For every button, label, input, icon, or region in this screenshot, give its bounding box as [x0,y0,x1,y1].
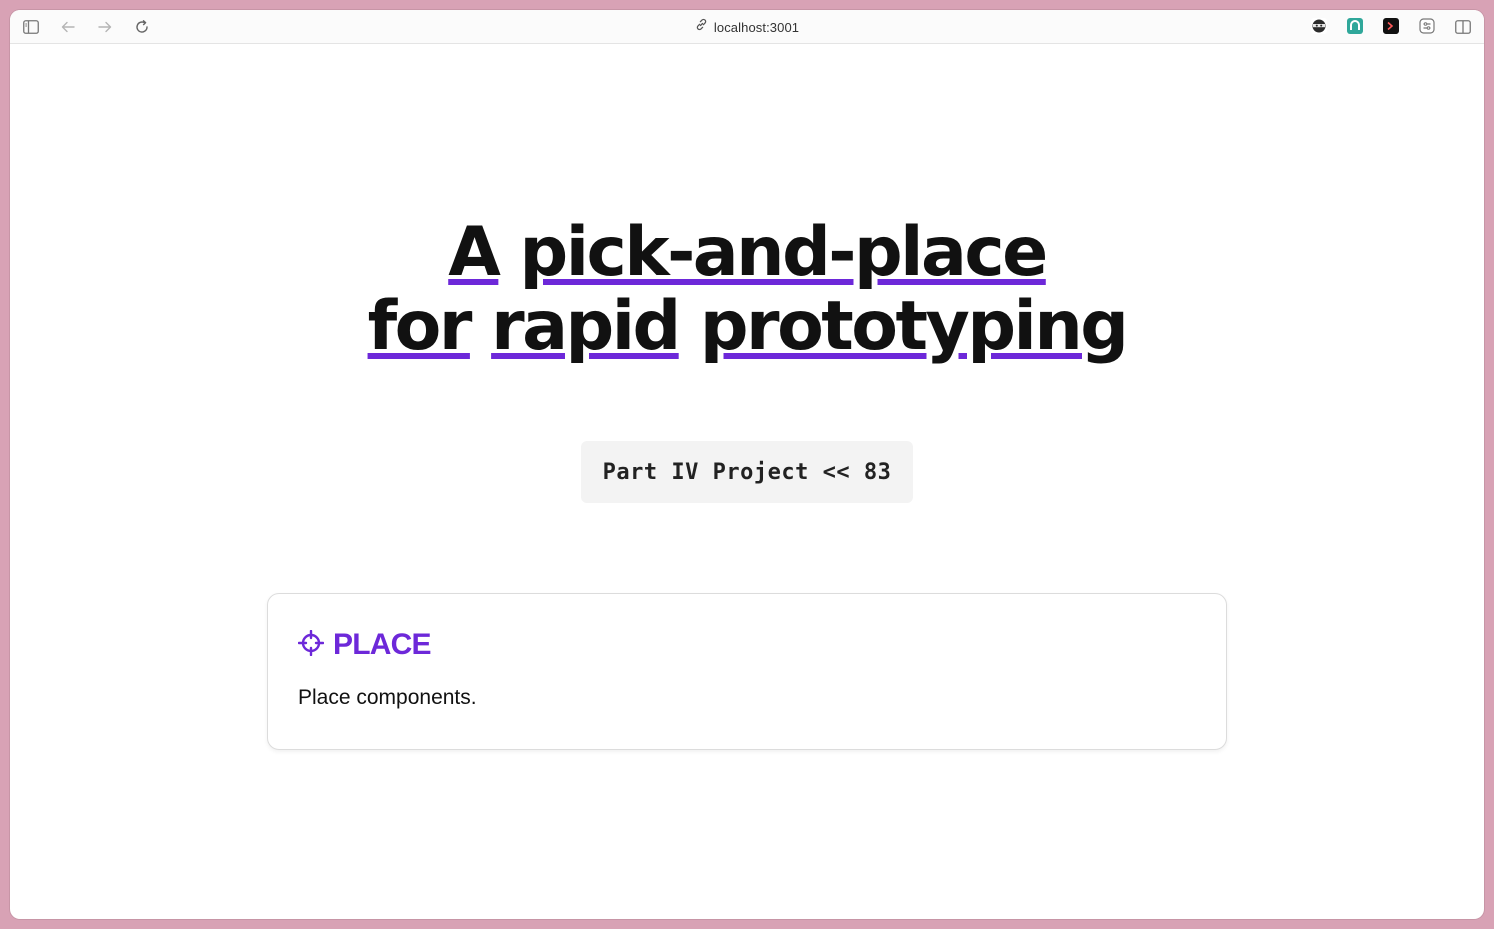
browser-window: localhost:3001 A pick-and-place for rapi… [10,10,1484,919]
arrow-right-icon[interactable] [94,16,116,38]
extension-ninja-icon[interactable] [1311,18,1327,34]
hero-line-2: for rapid prototyping [10,290,1484,364]
crosshair-icon [297,629,325,661]
hero-word: pick-and-place [519,213,1049,292]
hero-line-1: A pick-and-place [10,216,1484,290]
hero-word: rapid [491,287,681,366]
hero-title: A pick-and-place for rapid prototyping [10,216,1484,364]
project-badge: Part IV Project << 83 [581,441,913,503]
sidebar-icon[interactable] [20,16,42,38]
card-header: PLACE [297,628,431,662]
card-description: Place components. [298,686,477,709]
link-icon [695,18,708,36]
extension-terminal-icon[interactable] [1383,18,1399,34]
arrow-left-icon[interactable] [57,16,79,38]
address-bar: localhost:3001 [10,17,1484,37]
split-view-icon[interactable] [1452,16,1474,38]
browser-toolbar: localhost:3001 [10,10,1484,44]
place-card[interactable]: PLACE Place components. [267,593,1227,750]
extension-teal-icon[interactable] [1347,18,1363,34]
url-text: localhost:3001 [713,19,800,35]
hero-word: A [448,213,501,292]
card-title: PLACE [333,628,431,661]
reload-icon[interactable] [131,16,153,38]
address-field[interactable]: localhost:3001 [695,18,799,36]
page-content: A pick-and-place for rapid prototyping P… [10,44,1484,919]
extension-toggle-icon[interactable] [1419,18,1435,34]
hero-word: for [367,287,473,366]
hero-word: prototyping [699,287,1129,366]
